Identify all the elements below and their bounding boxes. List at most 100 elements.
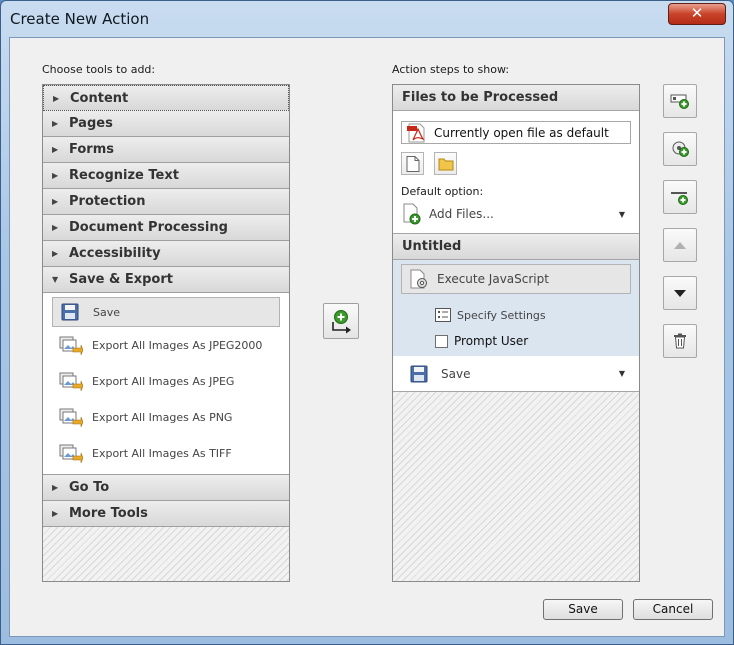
- untitled-section: Execute JavaScript Specify Settings Prom…: [393, 260, 639, 356]
- settings-list-icon: [435, 308, 451, 322]
- prompt-user-label: Prompt User: [454, 334, 529, 348]
- file-source-field[interactable]: Currently open file as default: [401, 121, 631, 144]
- category-label: More Tools: [69, 506, 148, 521]
- step-save[interactable]: Save ▼: [393, 356, 639, 392]
- category-label: Go To: [69, 480, 110, 495]
- dialog-body: Choose tools to add: Action steps to sho…: [9, 37, 725, 637]
- expand-arrow-icon: ▶: [53, 93, 60, 103]
- choose-tools-label: Choose tools to add:: [42, 63, 156, 76]
- dropdown-arrow-icon: ▼: [618, 369, 625, 378]
- default-option-label: Default option:: [401, 185, 484, 198]
- tools-panel[interactable]: ▶ Content ▶ Pages ▶ Forms ▶ Recognize Te…: [42, 84, 290, 582]
- tools-empty-area: [43, 527, 289, 581]
- files-to-be-processed-header[interactable]: Files to be Processed: [393, 85, 639, 111]
- move-up-button[interactable]: [663, 228, 697, 262]
- cancel-button[interactable]: Cancel: [633, 599, 713, 620]
- save-export-tools: Save Export All Images As JPEG2000 Expor…: [43, 293, 289, 475]
- tool-export-png[interactable]: Export All Images As PNG: [43, 399, 289, 435]
- specify-settings-item[interactable]: Specify Settings: [393, 302, 639, 328]
- floppy-disk-icon: [60, 302, 84, 322]
- category-label: Forms: [69, 142, 114, 157]
- export-image-icon: [59, 407, 84, 428]
- add-instruction-button[interactable]: [663, 84, 697, 118]
- tool-label: Export All Images As TIFF: [92, 446, 232, 460]
- default-option-dropdown[interactable]: Add Files... ▼: [401, 202, 631, 226]
- tool-label: Save: [93, 305, 121, 319]
- arrow-down-icon: [674, 290, 686, 297]
- javascript-gear-icon: [410, 269, 427, 289]
- delete-button[interactable]: [663, 324, 697, 358]
- add-panel-button[interactable]: [663, 132, 697, 166]
- category-document-processing[interactable]: ▶ Document Processing: [43, 215, 289, 241]
- tool-label: Export All Images As JPEG2000: [92, 338, 263, 352]
- add-separator-icon: [671, 192, 688, 205]
- add-instruction-icon: [670, 94, 689, 109]
- tool-label: Export All Images As JPEG: [92, 374, 235, 388]
- save-button[interactable]: Save: [543, 599, 623, 620]
- export-image-icon: [59, 335, 84, 356]
- tool-export-tiff[interactable]: Export All Images As TIFF: [43, 435, 289, 471]
- expand-arrow-icon: ▶: [52, 145, 59, 154]
- add-tool-button[interactable]: [323, 303, 359, 339]
- folder-icon: [438, 158, 453, 170]
- category-protection[interactable]: ▶ Protection: [43, 189, 289, 215]
- tool-export-jpeg2000[interactable]: Export All Images As JPEG2000: [43, 327, 289, 363]
- untitled-header[interactable]: Untitled: [393, 234, 639, 260]
- category-label: Recognize Text: [69, 168, 179, 183]
- title-bar[interactable]: Create New Action ✕: [1, 1, 733, 37]
- expand-arrow-icon: ▶: [52, 509, 59, 518]
- category-label: Protection: [69, 194, 146, 209]
- category-label: Accessibility: [69, 246, 161, 261]
- expand-arrow-icon: ▶: [52, 249, 59, 258]
- category-accessibility[interactable]: ▶ Accessibility: [43, 241, 289, 267]
- category-label: Pages: [69, 116, 113, 131]
- files-section: Currently open file as default Default o…: [393, 111, 639, 234]
- file-source-value: Currently open file as default: [434, 125, 609, 140]
- action-steps-label: Action steps to show:: [392, 63, 510, 76]
- trash-icon: [674, 333, 686, 349]
- open-folder-button[interactable]: [434, 152, 457, 175]
- new-file-button[interactable]: [401, 152, 424, 175]
- tool-label: Export All Images As PNG: [92, 410, 233, 424]
- prompt-user-row: Prompt User: [393, 328, 639, 354]
- action-steps-panel[interactable]: Files to be Processed Currently open fil…: [392, 84, 640, 582]
- add-files-icon: [403, 203, 421, 225]
- category-forms[interactable]: ▶ Forms: [43, 137, 289, 163]
- category-go-to[interactable]: ▶ Go To: [43, 475, 289, 501]
- expand-arrow-icon: ▶: [52, 197, 59, 206]
- expand-arrow-icon: ▶: [52, 223, 59, 232]
- steps-empty-area: [393, 392, 639, 581]
- export-image-icon: [59, 371, 84, 392]
- step-execute-javascript[interactable]: Execute JavaScript: [401, 264, 631, 294]
- category-more-tools[interactable]: ▶ More Tools: [43, 501, 289, 527]
- window-title: Create New Action: [10, 10, 150, 28]
- step-label: Save: [441, 366, 471, 381]
- dialog-window: Create New Action ✕ Choose tools to add:…: [0, 0, 734, 645]
- prompt-user-checkbox[interactable]: [435, 334, 448, 348]
- default-option-value: Add Files...: [429, 207, 494, 221]
- category-save-export[interactable]: ▼ Save & Export: [43, 267, 289, 293]
- expand-arrow-icon: ▶: [52, 483, 59, 492]
- category-pages[interactable]: ▶ Pages: [43, 111, 289, 137]
- collapse-arrow-icon: ▼: [52, 275, 59, 284]
- dropdown-arrow-icon: ▼: [618, 209, 625, 219]
- add-panel-icon: [672, 141, 689, 157]
- close-button[interactable]: ✕: [668, 3, 726, 25]
- move-down-button[interactable]: [663, 276, 697, 310]
- tool-save[interactable]: Save: [52, 297, 280, 327]
- add-separator-button[interactable]: [663, 180, 697, 214]
- category-label: Content: [70, 90, 129, 106]
- document-icon: [406, 155, 419, 172]
- expand-arrow-icon: ▶: [52, 171, 59, 180]
- category-content[interactable]: ▶ Content: [43, 85, 289, 111]
- add-arrow-icon: [332, 310, 351, 334]
- arrow-up-icon: [674, 242, 686, 249]
- export-image-icon: [59, 443, 84, 464]
- step-label: Execute JavaScript: [437, 272, 549, 286]
- category-recognize-text[interactable]: ▶ Recognize Text: [43, 163, 289, 189]
- tool-export-jpeg[interactable]: Export All Images As JPEG: [43, 363, 289, 399]
- expand-arrow-icon: ▶: [52, 119, 59, 128]
- category-label: Document Processing: [69, 220, 228, 235]
- floppy-disk-icon: [410, 365, 428, 382]
- category-label: Save & Export: [69, 272, 173, 287]
